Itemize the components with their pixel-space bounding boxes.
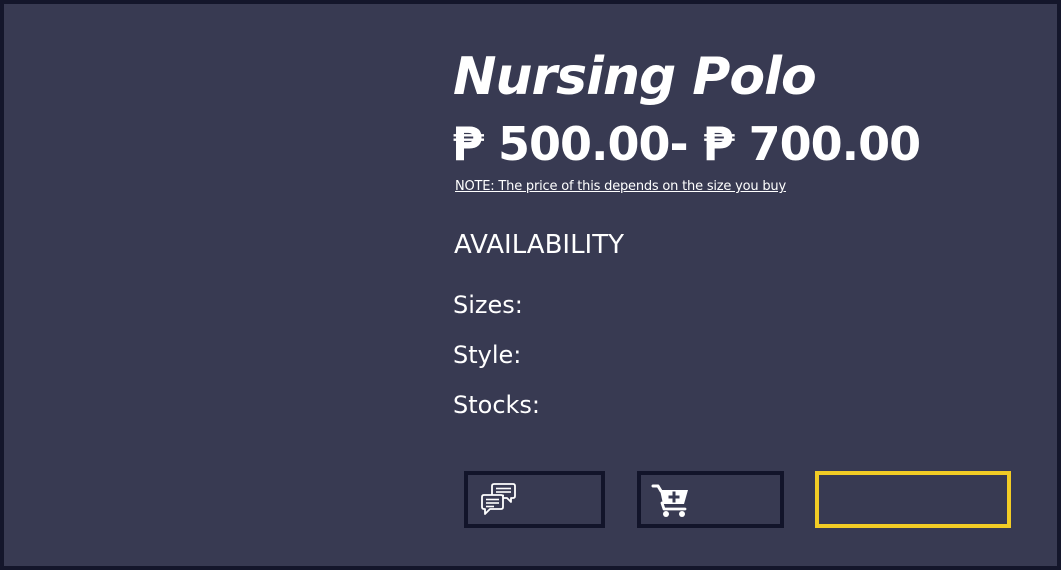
- add-to-cart-icon: [651, 484, 688, 517]
- style-label: Style:: [453, 341, 522, 369]
- chat-button[interactable]: [464, 471, 605, 528]
- buy-now-button[interactable]: [815, 471, 1011, 528]
- product-price: ₱ 500.00- ₱ 700.00: [452, 117, 921, 171]
- price-note: NOTE: The price of this depends on the s…: [455, 179, 786, 194]
- availability-heading: AVAILABILITY: [454, 230, 624, 260]
- stocks-label: Stocks:: [453, 391, 541, 419]
- sizes-label: Sizes:: [453, 291, 523, 319]
- add-to-cart-button[interactable]: [637, 471, 784, 528]
- chat-bubbles-icon: [481, 483, 516, 515]
- product-title: Nursing Polo: [453, 47, 817, 107]
